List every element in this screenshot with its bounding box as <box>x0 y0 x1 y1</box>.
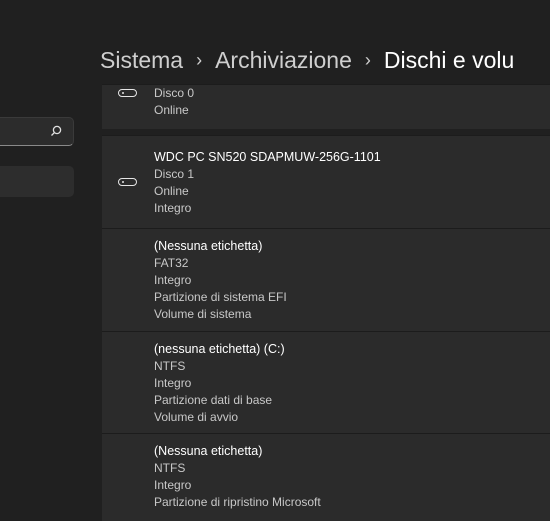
sidebar <box>0 0 90 520</box>
drive-icon <box>118 89 137 97</box>
disk-1-card[interactable]: WDC PC SN520 SDAPMUW-256G-1101 Disco 1 O… <box>102 135 550 228</box>
volume-health: Integro <box>154 273 192 287</box>
volume-partition-type: Partizione dati di base <box>154 393 273 407</box>
disk-label: Disco 1 <box>154 167 195 181</box>
volume-card[interactable]: (Nessuna etichetta) FAT32 Integro Partiz… <box>102 228 550 331</box>
disk-health: Integro <box>154 201 192 215</box>
volume-filesystem: NTFS <box>154 359 186 373</box>
search-icon <box>51 125 62 136</box>
disk-status: Online <box>154 103 189 117</box>
drive-icon <box>118 178 137 186</box>
breadcrumb-sistema[interactable]: Sistema <box>100 47 183 74</box>
breadcrumb: Sistema › Archiviazione › Dischi e volu <box>100 40 514 80</box>
volume-card[interactable]: (Nessuna etichetta) NTFS Integro Partizi… <box>102 433 550 521</box>
disk-0-card[interactable]: Disco 0 Online <box>102 84 550 129</box>
volume-health: Integro <box>154 376 192 390</box>
volume-filesystem: FAT32 <box>154 256 189 270</box>
chevron-right-icon: › <box>196 49 203 70</box>
volume-role: Volume di sistema <box>154 307 252 321</box>
disk-label: Disco 0 <box>154 86 195 100</box>
chevron-right-icon: › <box>364 49 371 70</box>
disk-status: Online <box>154 184 189 198</box>
disk-model: WDC PC SN520 SDAPMUW-256G-1101 <box>154 150 381 164</box>
volume-health: Integro <box>154 478 192 492</box>
page-title: Dischi e volu <box>383 46 515 73</box>
volume-role: Volume di avvio <box>154 410 239 424</box>
volume-label: (nessuna etichetta) (C:) <box>154 342 285 356</box>
volume-card[interactable]: (nessuna etichetta) (C:) NTFS Integro Pa… <box>102 331 550 433</box>
volume-filesystem: NTFS <box>154 461 186 475</box>
search-input[interactable] <box>0 117 74 146</box>
volume-partition-type: Partizione di sistema EFI <box>154 290 287 304</box>
volume-partition-type: Partizione di ripristino Microsoft <box>154 495 321 509</box>
sidebar-item-selected[interactable] <box>0 166 74 197</box>
volume-label: (Nessuna etichetta) <box>154 239 263 253</box>
breadcrumb-archiviazione[interactable]: Archiviazione <box>215 47 352 74</box>
volume-label: (Nessuna etichetta) <box>154 444 263 458</box>
